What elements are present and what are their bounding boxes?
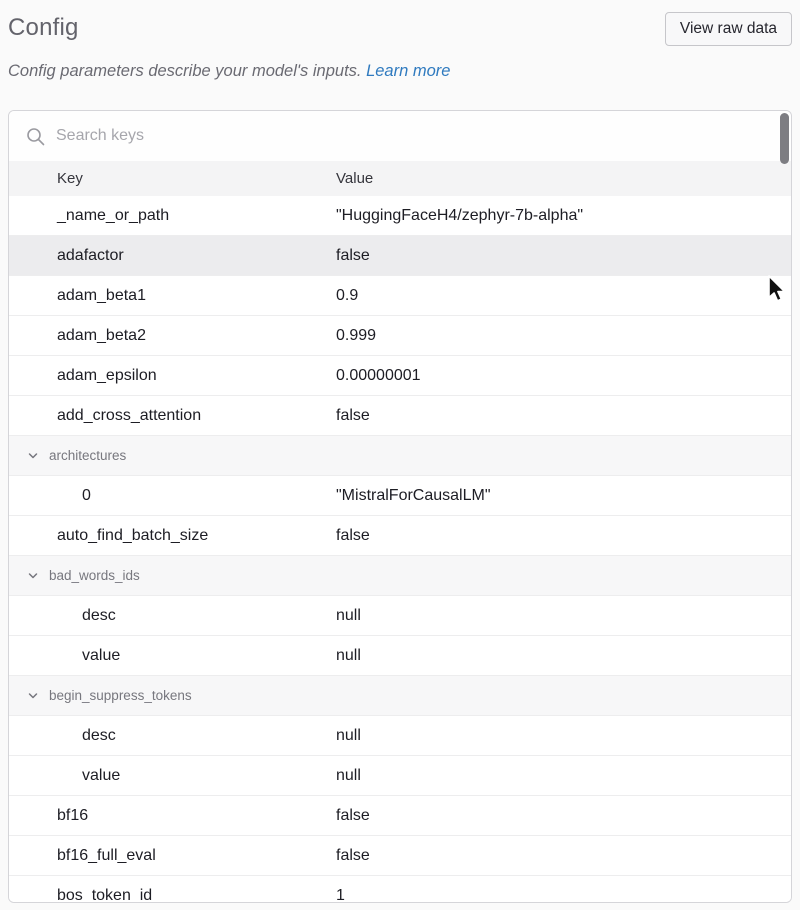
group-row[interactable]: bad_words_ids: [9, 556, 791, 596]
config-rows: _name_or_path "HuggingFaceH4/zephyr-7b-al…: [9, 196, 791, 903]
row-value: "HuggingFaceH4/zephyr-7b-alpha": [336, 207, 791, 225]
row-value: 0.00000001: [336, 367, 791, 385]
config-table-panel: Key Value _name_or_path "HuggingFaceH4/ze…: [8, 110, 792, 903]
config-description-text: Config parameters describe your model's …: [8, 62, 366, 80]
row-key-cell: adafactor: [9, 247, 336, 265]
row-key: value: [82, 767, 120, 785]
group-row[interactable]: architectures: [9, 436, 791, 476]
row-value: false: [336, 407, 791, 425]
row-key-cell: adam_epsilon: [9, 367, 336, 385]
row-key: architectures: [49, 448, 126, 463]
row-value: 1: [336, 887, 791, 904]
table-row[interactable]: adafactor false: [9, 236, 791, 276]
page-title: Config: [8, 12, 79, 42]
search-keys-input[interactable]: [56, 127, 656, 145]
row-key: adam_epsilon: [57, 367, 157, 385]
view-raw-data-button[interactable]: View raw data: [665, 12, 792, 46]
table-row[interactable]: adam_beta1 0.9: [9, 276, 791, 316]
group-row[interactable]: begin_suppress_tokens: [9, 676, 791, 716]
row-key: value: [82, 647, 120, 665]
row-key-cell: bad_words_ids: [9, 568, 336, 583]
column-header-value: Value: [336, 170, 791, 187]
column-header-key: Key: [9, 170, 336, 187]
row-key: bos_token_id: [57, 887, 152, 904]
row-value: null: [336, 607, 791, 625]
scrollbar-thumb[interactable]: [780, 113, 789, 164]
table-row[interactable]: 0 "MistralForCausalLM": [9, 476, 791, 516]
row-key: bad_words_ids: [49, 568, 140, 583]
row-key: bf16_full_eval: [57, 847, 156, 865]
row-key-cell: 0: [9, 487, 336, 505]
table-row[interactable]: value null: [9, 636, 791, 676]
config-page: Config View raw data Config parameters d…: [0, 0, 800, 910]
row-key: desc: [82, 727, 116, 745]
row-value: false: [336, 807, 791, 825]
row-key-cell: bos_token_id: [9, 887, 336, 904]
row-value: null: [336, 647, 791, 665]
row-key: begin_suppress_tokens: [49, 688, 192, 703]
chevron-down-icon: [27, 570, 39, 582]
table-row[interactable]: desc null: [9, 596, 791, 636]
table-row[interactable]: bf16 false: [9, 796, 791, 836]
row-key: add_cross_attention: [57, 407, 201, 425]
row-key-cell: desc: [9, 727, 336, 745]
row-key-cell: adam_beta2: [9, 327, 336, 345]
row-value: false: [336, 847, 791, 865]
row-key-cell: architectures: [9, 448, 336, 463]
row-key: _name_or_path: [57, 207, 169, 225]
row-value: null: [336, 727, 791, 745]
row-value: false: [336, 527, 791, 545]
row-key: auto_find_batch_size: [57, 527, 208, 545]
row-key: bf16: [57, 807, 88, 825]
page-header: Config View raw data: [8, 0, 792, 46]
chevron-down-icon: [27, 690, 39, 702]
chevron-down-icon: [27, 450, 39, 462]
row-key: desc: [82, 607, 116, 625]
row-key-cell: value: [9, 647, 336, 665]
row-value: 0.999: [336, 327, 791, 345]
table-column-headers: Key Value: [9, 161, 791, 196]
table-row[interactable]: value null: [9, 756, 791, 796]
row-key-cell: adam_beta1: [9, 287, 336, 305]
row-value: 0.9: [336, 287, 791, 305]
row-key: adam_beta2: [57, 327, 146, 345]
row-value: null: [336, 767, 791, 785]
config-description: Config parameters describe your model's …: [8, 62, 792, 81]
table-row[interactable]: _name_or_path "HuggingFaceH4/zephyr-7b-al…: [9, 196, 791, 236]
table-row[interactable]: adam_beta2 0.999: [9, 316, 791, 356]
table-row[interactable]: add_cross_attention false: [9, 396, 791, 436]
search-bar: [9, 111, 791, 161]
row-key: 0: [82, 487, 91, 505]
table-row[interactable]: auto_find_batch_size false: [9, 516, 791, 556]
row-key-cell: desc: [9, 607, 336, 625]
row-key-cell: _name_or_path: [9, 207, 336, 225]
row-value: "MistralForCausalLM": [336, 487, 791, 505]
search-icon: [26, 127, 45, 146]
learn-more-link[interactable]: Learn more: [366, 62, 450, 80]
table-row[interactable]: bos_token_id 1: [9, 876, 791, 903]
row-key-cell: auto_find_batch_size: [9, 527, 336, 545]
row-value: false: [336, 247, 791, 265]
table-row[interactable]: bf16_full_eval false: [9, 836, 791, 876]
row-key-cell: bf16_full_eval: [9, 847, 336, 865]
row-key-cell: value: [9, 767, 336, 785]
table-row[interactable]: desc null: [9, 716, 791, 756]
row-key-cell: add_cross_attention: [9, 407, 336, 425]
table-row[interactable]: adam_epsilon 0.00000001: [9, 356, 791, 396]
row-key-cell: bf16: [9, 807, 336, 825]
row-key: adafactor: [57, 247, 124, 265]
row-key: adam_beta1: [57, 287, 146, 305]
row-key-cell: begin_suppress_tokens: [9, 688, 336, 703]
